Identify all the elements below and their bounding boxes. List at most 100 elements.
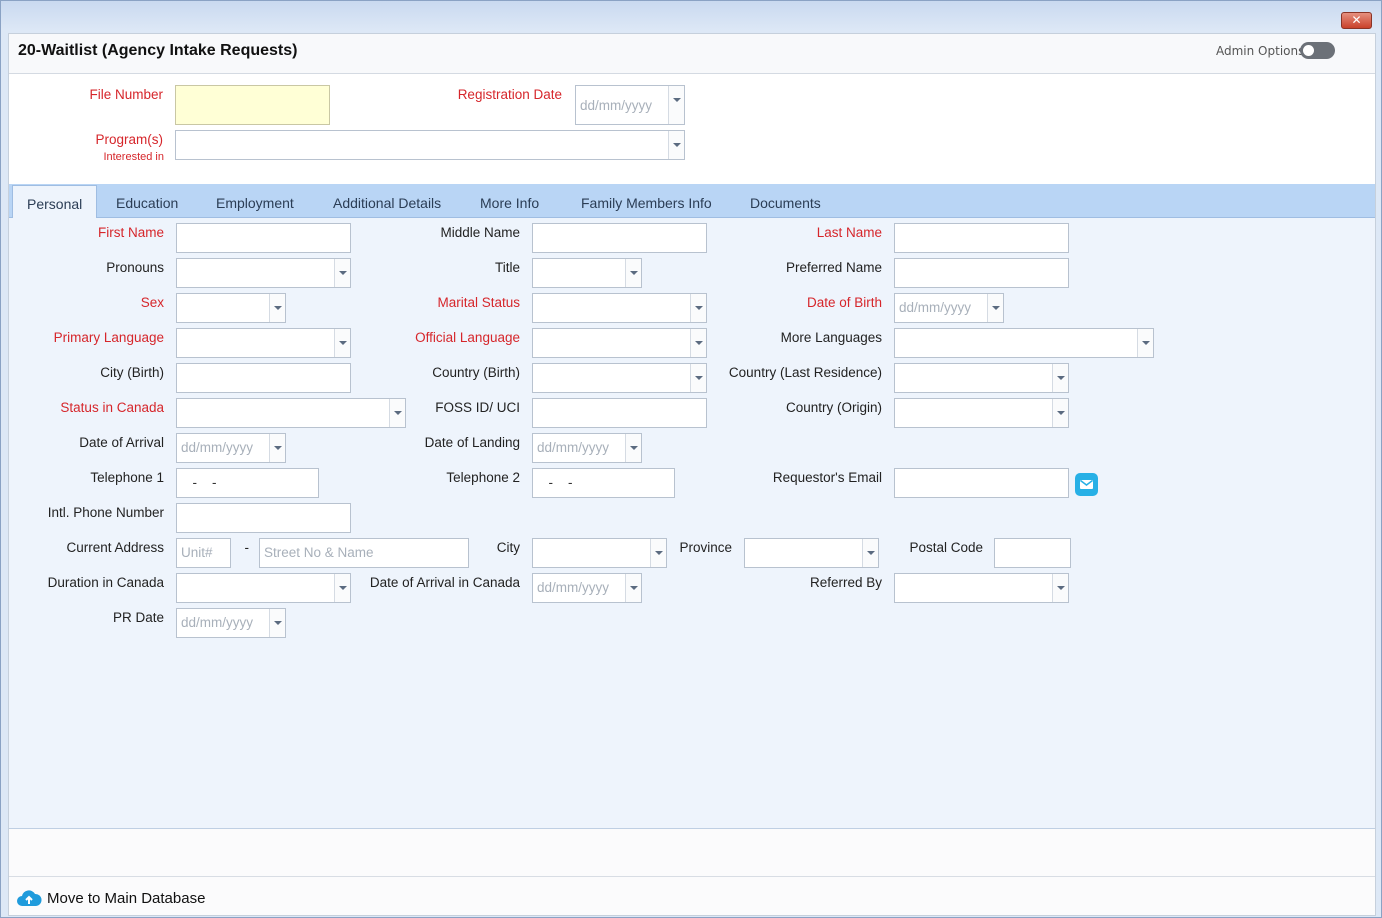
date-placeholder: dd/mm/yyyy (537, 440, 610, 455)
date-of-arrival-picker[interactable]: dd/mm/yyyy (176, 433, 286, 463)
referred-by-label: Referred By (809, 575, 882, 590)
admin-options-toggle[interactable] (1300, 42, 1335, 59)
street-input[interactable]: Street No & Name (259, 538, 469, 568)
date-of-arrival-label: Date of Arrival (79, 435, 164, 450)
province-label: Province (679, 540, 732, 555)
toggle-knob (1303, 45, 1314, 56)
duration-in-canada-select[interactable] (176, 573, 351, 603)
primary-language-select[interactable] (176, 328, 351, 358)
pr-date-picker[interactable]: dd/mm/yyyy (176, 608, 286, 638)
unit-input[interactable]: Unit# (176, 538, 231, 568)
referred-by-select[interactable] (894, 573, 1069, 603)
foss-id-input[interactable] (532, 398, 707, 428)
chevron-down-icon[interactable] (625, 434, 641, 462)
chevron-down-icon[interactable] (1137, 329, 1153, 357)
province-select[interactable] (744, 538, 879, 568)
last-name-input[interactable] (894, 223, 1069, 253)
date-placeholder: dd/mm/yyyy (537, 580, 610, 595)
file-number-input[interactable] (175, 85, 330, 125)
chevron-down-icon[interactable] (625, 259, 641, 287)
intl-phone-input[interactable] (176, 503, 351, 533)
telephone1-input[interactable]: - - (176, 468, 319, 498)
admin-options-label: Admin Options (1216, 44, 1305, 58)
pronouns-select[interactable] (176, 258, 351, 288)
chevron-down-icon[interactable] (668, 131, 684, 159)
country-origin-label: Country (Origin) (785, 400, 882, 415)
city-select[interactable] (532, 538, 667, 568)
programs-select[interactable] (175, 130, 685, 160)
date-of-landing-label: Date of Landing (424, 435, 520, 450)
tab-family-members-info[interactable]: Family Members Info (581, 195, 712, 211)
move-to-main-database-label: Move to Main Database (47, 889, 206, 907)
marital-status-select[interactable] (532, 293, 707, 323)
window: ✕ 20-Waitlist (Agency Intake Requests) A… (0, 0, 1382, 918)
street-placeholder: Street No & Name (264, 545, 374, 560)
official-language-select[interactable] (532, 328, 707, 358)
city-birth-label: City (Birth) (100, 365, 164, 380)
chevron-down-icon[interactable] (1052, 574, 1068, 602)
programs-label: Program(s) (95, 132, 163, 147)
page-title: 20-Waitlist (Agency Intake Requests) (18, 42, 298, 59)
title-select[interactable] (532, 258, 642, 288)
country-birth-select[interactable] (532, 363, 707, 393)
country-origin-select[interactable] (894, 398, 1069, 428)
middle-name-input[interactable] (532, 223, 707, 253)
email-icon[interactable] (1075, 473, 1098, 496)
date-of-arrival-in-canada-picker[interactable]: dd/mm/yyyy (532, 573, 642, 603)
chevron-down-icon[interactable] (334, 574, 350, 602)
chevron-down-icon[interactable] (668, 86, 684, 124)
postal-code-input[interactable] (994, 538, 1071, 568)
tab-documents[interactable]: Documents (750, 195, 821, 211)
chevron-down-icon[interactable] (987, 294, 1003, 322)
duration-in-canada-label: Duration in Canada (47, 575, 164, 590)
date-of-birth-label: Date of Birth (806, 295, 882, 310)
marital-status-label: Marital Status (437, 295, 520, 310)
requestors-email-input[interactable] (894, 468, 1069, 498)
chevron-down-icon[interactable] (690, 364, 706, 392)
date-of-landing-picker[interactable]: dd/mm/yyyy (532, 433, 642, 463)
postal-code-label: Postal Code (909, 540, 983, 555)
preferred-name-input[interactable] (894, 258, 1069, 288)
sex-select[interactable] (176, 293, 286, 323)
tab-additional-details[interactable]: Additional Details (333, 195, 441, 211)
registration-date-placeholder: dd/mm/yyyy (580, 98, 653, 113)
sex-label: Sex (140, 295, 164, 310)
tab-employment[interactable]: Employment (216, 195, 294, 211)
city-birth-input[interactable] (176, 363, 351, 393)
country-last-residence-select[interactable] (894, 363, 1069, 393)
date-placeholder: dd/mm/yyyy (181, 615, 254, 630)
first-name-input[interactable] (176, 223, 351, 253)
chevron-down-icon[interactable] (269, 609, 285, 637)
close-button[interactable]: ✕ (1341, 12, 1372, 29)
chevron-down-icon[interactable] (650, 539, 666, 567)
date-placeholder: dd/mm/yyyy (181, 440, 254, 455)
telephone2-input[interactable]: - - (532, 468, 675, 498)
chevron-down-icon[interactable] (1052, 364, 1068, 392)
tab-more-info[interactable]: More Info (480, 195, 539, 211)
tab-education[interactable]: Education (116, 195, 178, 211)
more-languages-select[interactable] (894, 328, 1154, 358)
chevron-down-icon[interactable] (625, 574, 641, 602)
programs-sublabel: Interested in (103, 151, 164, 163)
content-panel: 20-Waitlist (Agency Intake Requests) Adm… (8, 33, 1376, 916)
tab-strip: Personal Education Employment Additional… (9, 184, 1375, 218)
footer-divider (9, 876, 1375, 877)
address-dash: - (244, 540, 250, 555)
chevron-down-icon[interactable] (690, 329, 706, 357)
header-form: File Number Registration Date dd/mm/yyyy… (9, 74, 1375, 184)
footer: Move to Main Database (9, 829, 1375, 915)
intl-phone-label: Intl. Phone Number (47, 505, 164, 520)
title-bar: 20-Waitlist (Agency Intake Requests) Adm… (9, 34, 1375, 74)
chevron-down-icon[interactable] (334, 329, 350, 357)
chevron-down-icon[interactable] (334, 259, 350, 287)
chevron-down-icon[interactable] (690, 294, 706, 322)
chevron-down-icon[interactable] (269, 434, 285, 462)
date-of-birth-picker[interactable]: dd/mm/yyyy (894, 293, 1004, 323)
move-to-main-database-button[interactable]: Move to Main Database (16, 886, 205, 910)
chevron-down-icon[interactable] (862, 539, 878, 567)
tab-personal[interactable]: Personal (12, 185, 98, 218)
chevron-down-icon[interactable] (269, 294, 285, 322)
chevron-down-icon[interactable] (1052, 399, 1068, 427)
status-in-canada-label: Status in Canada (60, 400, 164, 415)
registration-date-picker[interactable]: dd/mm/yyyy (575, 85, 685, 125)
